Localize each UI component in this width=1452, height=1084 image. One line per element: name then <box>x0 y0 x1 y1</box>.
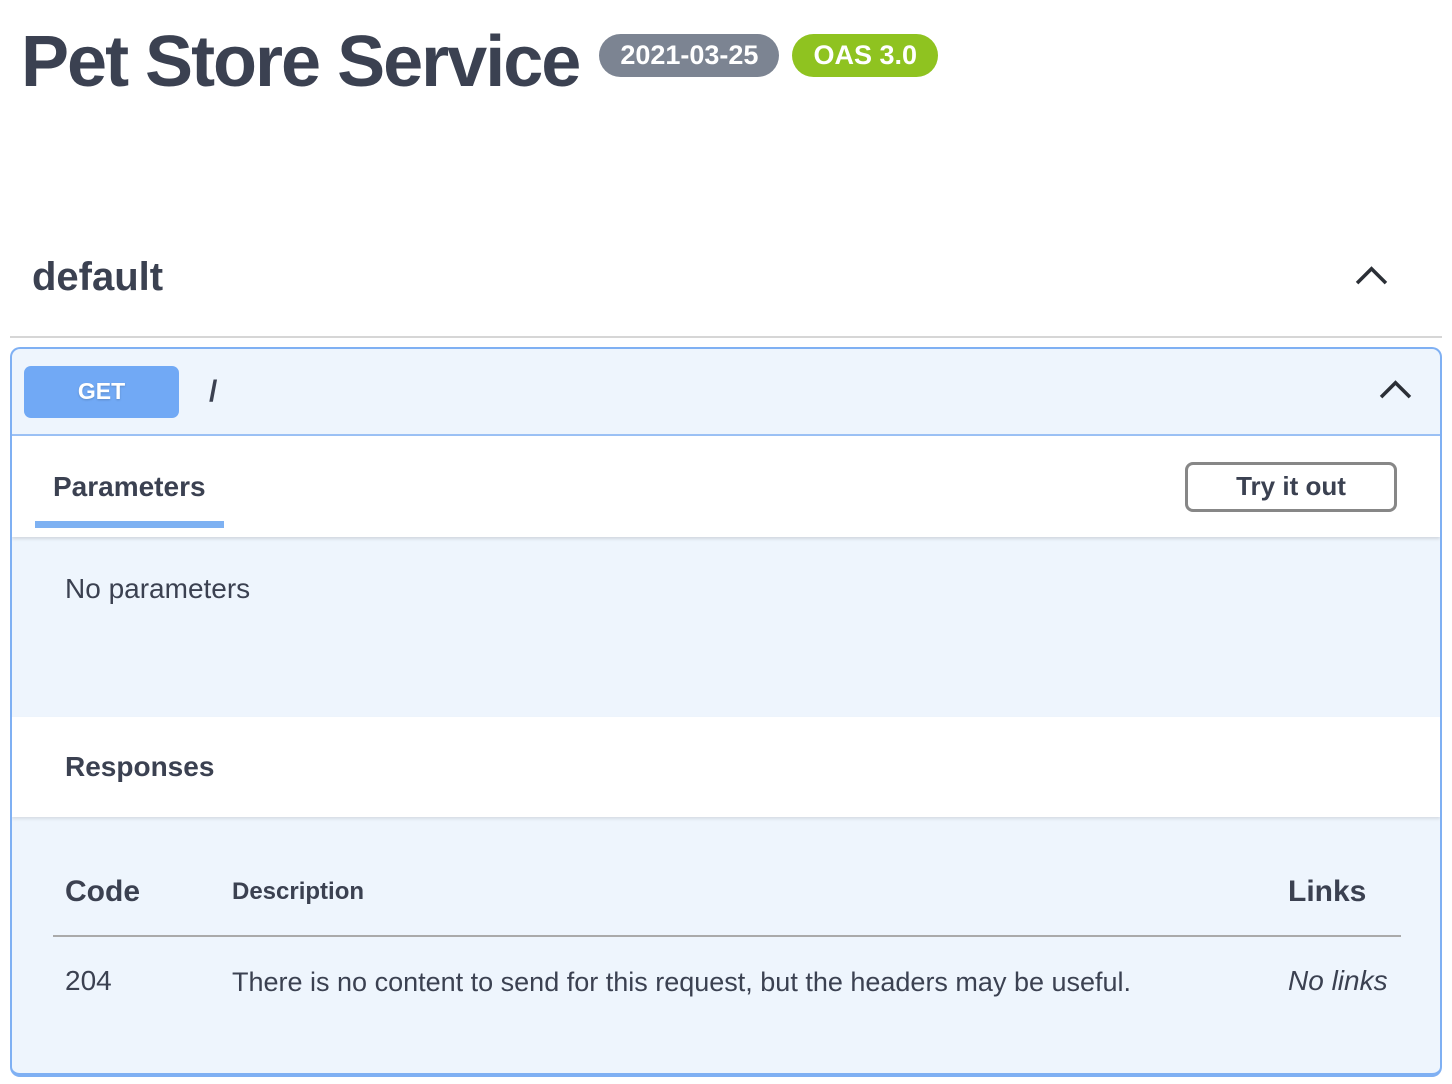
tag-section-title: default <box>32 255 163 300</box>
responses-title: Responses <box>65 751 214 783</box>
title-badges: 2021-03-25 OAS 3.0 <box>599 34 938 77</box>
response-row-204: 204 There is no content to send for this… <box>53 965 1401 999</box>
operation-block-get: GET / Parameters Try it out No parameter… <box>10 347 1442 1077</box>
operation-summary[interactable]: GET / <box>12 349 1440 436</box>
response-description: There is no content to send for this req… <box>232 965 1288 999</box>
version-badge: 2021-03-25 <box>599 34 779 77</box>
table-header-divider <box>53 935 1401 937</box>
try-it-out-button[interactable]: Try it out <box>1185 462 1397 512</box>
http-method-badge: GET <box>24 366 179 418</box>
chevron-up-icon[interactable] <box>1377 377 1414 406</box>
responses-table: Code Description Links 204 There is no c… <box>12 817 1440 999</box>
no-parameters-text: No parameters <box>12 537 1440 717</box>
operation-path: / <box>209 375 217 409</box>
column-header-links: Links <box>1288 875 1401 909</box>
response-links: No links <box>1288 965 1401 997</box>
responses-table-header-row: Code Description Links <box>53 875 1401 909</box>
tag-section-header[interactable]: default <box>10 255 1442 338</box>
parameters-header: Parameters Try it out <box>12 436 1440 537</box>
oas-version-badge: OAS 3.0 <box>792 34 938 77</box>
chevron-up-icon[interactable] <box>1353 263 1390 292</box>
tab-parameters[interactable]: Parameters <box>35 436 224 537</box>
page-header: Pet Store Service 2021-03-25 OAS 3.0 <box>0 0 1452 104</box>
column-header-code: Code <box>65 875 232 909</box>
response-code: 204 <box>65 965 232 997</box>
column-header-description: Description <box>232 878 1288 909</box>
page-title: Pet Store Service <box>21 20 579 104</box>
responses-header: Responses <box>12 717 1440 817</box>
